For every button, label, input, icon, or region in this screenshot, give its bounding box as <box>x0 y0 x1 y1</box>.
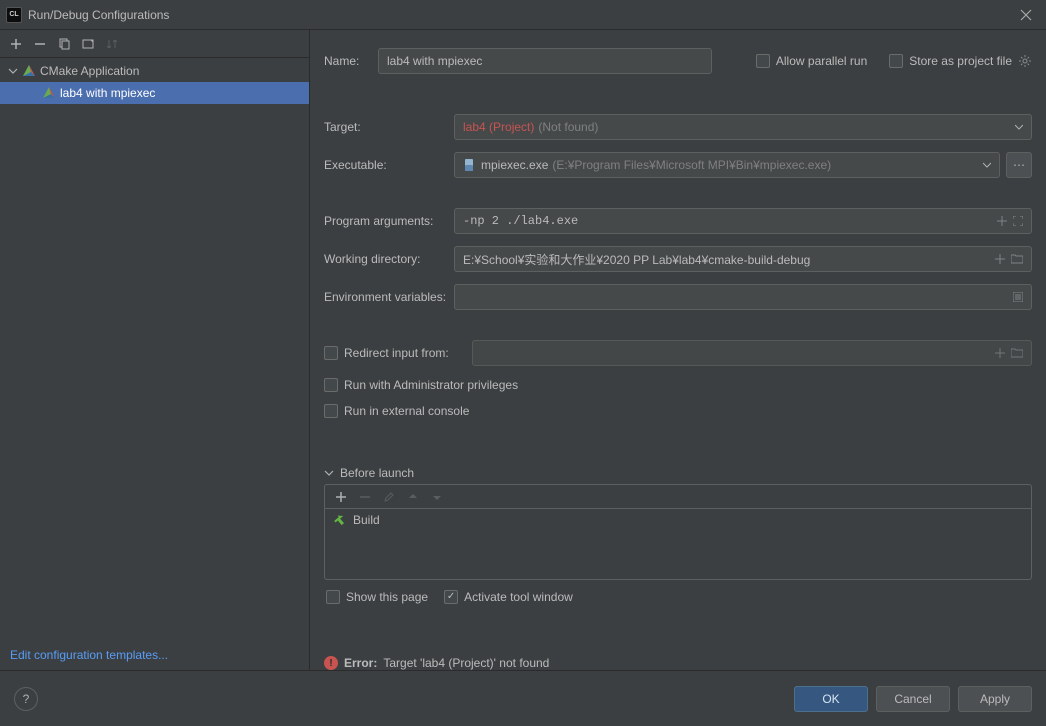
sidebar-toolbar <box>0 30 309 58</box>
executable-combo[interactable]: mpiexec.exe (E:¥Program Files¥Microsoft … <box>454 152 1000 178</box>
app-icon: CL <box>6 7 22 23</box>
error-row: ! Error: Target 'lab4 (Project)' not fou… <box>324 656 549 670</box>
edit-templates-link[interactable]: Edit configuration templates... <box>10 648 168 662</box>
error-message: Target 'lab4 (Project)' not found <box>383 656 549 670</box>
args-label: Program arguments: <box>324 214 454 228</box>
store-project-label: Store as project file <box>909 54 1012 68</box>
add-icon[interactable] <box>995 348 1005 358</box>
expand-icon[interactable] <box>1013 216 1023 226</box>
env-label: Environment variables: <box>324 290 454 304</box>
store-project-checkbox[interactable]: Store as project file <box>889 54 1032 68</box>
add-icon[interactable] <box>997 216 1007 226</box>
error-icon: ! <box>324 656 338 670</box>
sidebar-footer: Edit configuration templates... <box>0 640 309 670</box>
sort-icon <box>104 36 120 52</box>
name-label: Name: <box>324 54 378 68</box>
name-input[interactable] <box>378 48 712 74</box>
cancel-button[interactable]: Cancel <box>876 686 950 712</box>
run-ext-label: Run in external console <box>344 404 469 418</box>
workdir-input[interactable]: E:¥School¥实验和大作业¥2020 PP Lab¥lab4¥cmake-… <box>454 246 1032 272</box>
workdir-label: Working directory: <box>324 252 454 266</box>
folder-icon[interactable] <box>1011 254 1023 264</box>
down-icon <box>429 489 445 505</box>
exe-name: mpiexec.exe <box>481 158 548 172</box>
allow-parallel-label: Allow parallel run <box>776 54 867 68</box>
before-launch-header[interactable]: Before launch <box>324 466 1032 480</box>
remove-icon[interactable] <box>32 36 48 52</box>
activate-tool-window-checkbox[interactable]: Activate tool window <box>444 590 573 604</box>
add-icon[interactable] <box>8 36 24 52</box>
build-label: Build <box>353 513 380 527</box>
show-this-page-checkbox[interactable]: Show this page <box>326 590 428 604</box>
up-icon <box>405 489 421 505</box>
before-launch-toolbar <box>324 484 1032 508</box>
run-admin-checkbox[interactable]: Run with Administrator privileges <box>324 378 518 392</box>
tree-item-label: lab4 with mpiexec <box>60 86 155 100</box>
main-panel: Name: Allow parallel run Store as projec… <box>310 30 1046 670</box>
help-button[interactable]: ? <box>14 687 38 711</box>
apply-button[interactable]: Apply <box>958 686 1032 712</box>
redirect-label: Redirect input from: <box>344 346 449 360</box>
checkbox-icon <box>324 404 338 418</box>
before-launch-list[interactable]: Build <box>324 508 1032 580</box>
exe-file-icon <box>463 158 477 172</box>
tree-root-cmake[interactable]: CMake Application <box>0 60 309 82</box>
cmake-icon <box>22 64 36 78</box>
error-label: Error: <box>344 656 377 670</box>
gear-icon[interactable] <box>1018 54 1032 68</box>
checkbox-icon <box>326 590 340 604</box>
before-launch-item-build[interactable]: Build <box>325 509 1031 531</box>
args-input[interactable]: -np 2 ./lab4.exe <box>454 208 1032 234</box>
folder-icon[interactable] <box>1011 348 1023 358</box>
checkbox-icon <box>756 54 770 68</box>
sidebar: CMake Application lab4 with mpiexec Edit… <box>0 30 310 670</box>
allow-parallel-checkbox[interactable]: Allow parallel run <box>756 54 867 68</box>
run-admin-label: Run with Administrator privileges <box>344 378 518 392</box>
checkbox-checked-icon <box>444 590 458 604</box>
add-icon[interactable] <box>995 254 1005 264</box>
workdir-value: E:¥School¥实验和大作业¥2020 PP Lab¥lab4¥cmake-… <box>463 251 810 268</box>
before-launch-label: Before launch <box>340 466 414 480</box>
chevron-down-icon <box>8 66 18 76</box>
redirect-input-checkbox[interactable]: Redirect input from: <box>324 346 472 360</box>
target-value: lab4 (Project) <box>463 120 534 134</box>
remove-icon <box>357 489 373 505</box>
checkbox-icon <box>889 54 903 68</box>
add-icon[interactable] <box>333 489 349 505</box>
tree-root-label: CMake Application <box>40 64 139 78</box>
env-input[interactable] <box>454 284 1032 310</box>
chevron-down-icon <box>324 468 334 478</box>
chevron-down-icon <box>1015 123 1023 131</box>
list-icon[interactable] <box>1013 292 1023 302</box>
run-ext-checkbox[interactable]: Run in external console <box>324 404 469 418</box>
show-this-page-label: Show this page <box>346 590 428 604</box>
browse-executable-button[interactable]: ⋯ <box>1006 152 1032 178</box>
tree-item-lab4[interactable]: lab4 with mpiexec <box>0 82 309 104</box>
hammer-icon <box>333 513 347 527</box>
redirect-input-field[interactable] <box>472 340 1032 366</box>
target-label: Target: <box>324 120 454 134</box>
checkbox-icon <box>324 346 338 360</box>
chevron-down-icon <box>983 161 991 169</box>
target-notfound: (Not found) <box>538 120 598 134</box>
cmake-icon <box>42 86 56 100</box>
args-value: -np 2 ./lab4.exe <box>463 214 578 228</box>
dialog-footer: ? OK Cancel Apply <box>0 670 1046 726</box>
save-temp-icon[interactable] <box>80 36 96 52</box>
config-tree[interactable]: CMake Application lab4 with mpiexec <box>0 58 309 640</box>
target-combo[interactable]: lab4 (Project) (Not found) <box>454 114 1032 140</box>
title-bar: CL Run/Debug Configurations <box>0 0 1046 30</box>
activate-tool-window-label: Activate tool window <box>464 590 573 604</box>
window-title: Run/Debug Configurations <box>28 8 1012 22</box>
checkbox-icon <box>324 378 338 392</box>
close-button[interactable] <box>1012 9 1040 21</box>
copy-icon[interactable] <box>56 36 72 52</box>
exe-path: (E:¥Program Files¥Microsoft MPI¥Bin¥mpie… <box>552 158 831 172</box>
edit-icon <box>381 489 397 505</box>
ok-button[interactable]: OK <box>794 686 868 712</box>
executable-label: Executable: <box>324 158 454 172</box>
